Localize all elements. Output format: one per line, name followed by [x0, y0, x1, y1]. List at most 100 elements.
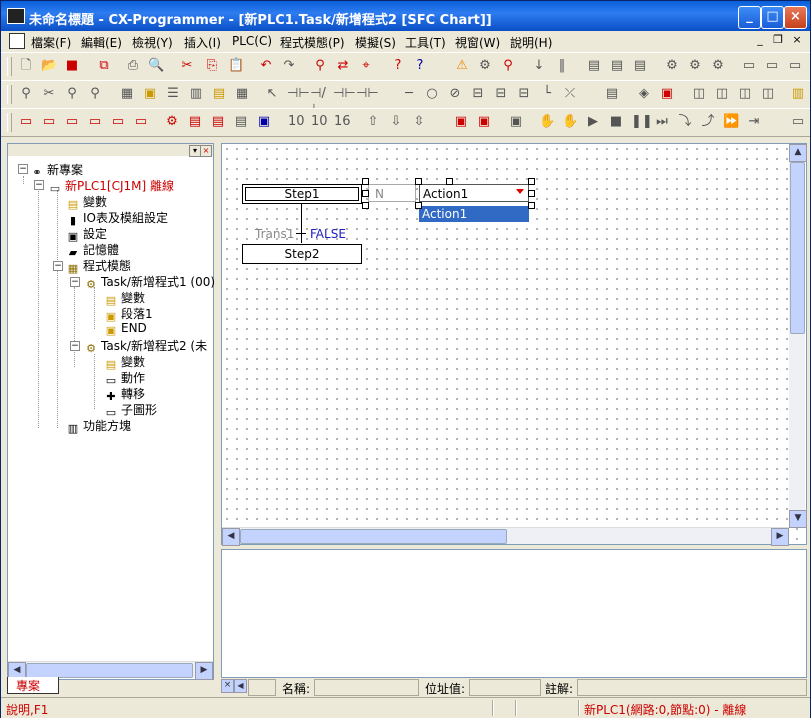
doc-minimize-button[interactable]: _	[753, 34, 767, 47]
replace-icon[interactable]: ⇄	[335, 58, 351, 74]
save-icon[interactable]: ■	[64, 58, 80, 74]
run-icon[interactable]: ▶	[585, 114, 601, 130]
zoom-in-icon[interactable]: ⚲	[64, 86, 80, 102]
tool-o-icon[interactable]: ◈	[636, 86, 652, 102]
doc-restore-button[interactable]: ❐	[771, 34, 785, 47]
paste-icon[interactable]: 📋	[228, 58, 244, 74]
tool-j-icon[interactable]: ⚙	[710, 58, 726, 74]
pause-sim-icon[interactable]: ✋	[539, 114, 555, 130]
sfc-step[interactable]: Step2	[242, 244, 362, 264]
scroll-thumb[interactable]	[790, 162, 805, 334]
tree-function-blocks[interactable]: ▥ 功能方塊	[66, 417, 131, 435]
scan-run-icon[interactable]: ⇥	[746, 114, 762, 130]
expand-plc[interactable]: −	[34, 180, 44, 190]
tool-t-icon[interactable]: ◫	[760, 86, 776, 102]
tree-task2[interactable]: ⚙ Task/新增程式2 (未	[84, 337, 207, 355]
contact-ornc-icon[interactable]: ⊣⊢	[356, 86, 379, 102]
tool-q-icon[interactable]: ◫	[691, 86, 707, 102]
menu-insert[interactable]: 插入(I)	[184, 34, 221, 51]
step-sim-icon[interactable]: ✋	[562, 114, 578, 130]
menu-view[interactable]: 檢視(Y)	[132, 34, 173, 51]
redo-icon[interactable]: ↷	[281, 58, 297, 74]
tool-u-icon[interactable]: ▥	[790, 86, 806, 102]
editor-vscrollbar[interactable]: ▲ ▼	[789, 144, 807, 528]
editor-hscrollbar[interactable]: ◀ ▶	[222, 527, 789, 546]
step-out-icon[interactable]: ⤴	[700, 114, 716, 130]
line-corner-icon[interactable]: └	[539, 86, 555, 102]
tool-e-icon[interactable]: ▤	[586, 58, 602, 74]
scroll-thumb[interactable]	[240, 529, 507, 544]
scroll-thumb[interactable]	[26, 663, 193, 678]
tool-c-icon[interactable]: ↓	[531, 58, 547, 74]
context-help-icon[interactable]: ?	[412, 58, 428, 74]
zoom-fit-icon[interactable]: ✂	[41, 86, 57, 102]
undo-icon[interactable]: ↶	[258, 58, 274, 74]
transition-name[interactable]: Trans1	[255, 227, 294, 241]
info-left-icon[interactable]: ◀	[234, 679, 247, 693]
selection-handle[interactable]	[528, 202, 535, 209]
instruction-icon[interactable]: ⊟	[470, 86, 486, 102]
warning-icon[interactable]: ⚠	[454, 58, 470, 74]
tool-k-icon[interactable]: ▭	[741, 58, 757, 74]
list-icon[interactable]: ☰	[165, 86, 181, 102]
expand-task2[interactable]: −	[70, 341, 80, 351]
address-ref-icon[interactable]: ▭	[87, 114, 103, 130]
scroll-down-icon[interactable]: ▼	[789, 510, 807, 528]
dropdown-arrow-icon[interactable]	[516, 189, 524, 194]
toolbar-grip[interactable]	[7, 113, 12, 132]
print-preview-icon[interactable]: 🔍	[148, 58, 164, 74]
open-file-icon[interactable]: 📂	[41, 58, 57, 74]
tool-v-icon[interactable]: ▭	[790, 114, 806, 130]
tool-n-icon[interactable]: ▤	[604, 86, 620, 102]
cross-ref-icon[interactable]: ⚙	[164, 114, 180, 130]
delete-line-icon[interactable]: ⤫	[562, 86, 578, 102]
tool-b-icon[interactable]: ⚲	[500, 58, 516, 74]
action-name-combo[interactable]: Action1	[419, 184, 529, 202]
instruction-b-icon[interactable]: ⊟	[493, 86, 509, 102]
watch-window-icon[interactable]: ▭	[64, 114, 80, 130]
io-table-icon[interactable]: ▤	[233, 114, 249, 130]
fill-16-icon[interactable]: 16	[334, 114, 351, 130]
menu-plc[interactable]: PLC(C)	[232, 34, 272, 48]
doc-close-button[interactable]: ×	[790, 34, 804, 47]
monitor-mode-icon[interactable]: ▣	[508, 114, 524, 130]
close-info-icon[interactable]: ×	[221, 679, 234, 693]
monitor-icon[interactable]: ▥	[188, 86, 204, 102]
scroll-up-icon[interactable]: ▲	[789, 144, 807, 162]
dropdown-option[interactable]: Action1	[419, 206, 529, 222]
tool-g-icon[interactable]: ▤	[632, 58, 648, 74]
contact-nc-icon[interactable]: ⊣/⊢	[310, 86, 326, 117]
maximize-button[interactable]: □	[761, 6, 784, 29]
grid-icon[interactable]: ▦	[119, 86, 135, 102]
tool-p-icon[interactable]: ▣	[659, 86, 675, 102]
symbol-table-icon[interactable]: ▤	[187, 114, 203, 130]
contact-or-icon[interactable]: ⊣⊢	[333, 86, 356, 102]
symbol-icon[interactable]: ▣	[142, 86, 158, 102]
menu-window[interactable]: 視窗(W)	[455, 34, 500, 51]
toolbar-grip[interactable]	[7, 57, 12, 76]
find-icon[interactable]: ⚲	[312, 58, 328, 74]
cut-icon[interactable]: ✂	[179, 58, 195, 74]
expand-task1[interactable]: −	[70, 277, 80, 287]
zoom-out-icon[interactable]: ⚲	[87, 86, 103, 102]
menu-help[interactable]: 說明(H)	[510, 34, 552, 51]
find-address-icon[interactable]: ⌖	[358, 58, 374, 74]
tool-a-icon[interactable]: ⚙	[477, 58, 493, 74]
tool-i-icon[interactable]: ⚙	[687, 58, 703, 74]
step-into-icon[interactable]: ⏭	[654, 114, 670, 130]
tree-hscrollbar[interactable]: ◀ ▶	[8, 661, 213, 680]
zoom-small-icon[interactable]: ⚲	[18, 86, 34, 102]
select-icon[interactable]: ↖	[264, 86, 280, 102]
scroll-right-icon[interactable]: ▶	[771, 528, 789, 546]
continuous-step-icon[interactable]: ⏩	[723, 114, 739, 130]
fill-10-icon[interactable]: 10	[288, 114, 305, 130]
tool-m-icon[interactable]: ▭	[787, 58, 803, 74]
menu-file[interactable]: 檔案(F)	[31, 34, 71, 51]
coil-nc-icon[interactable]: ⊘	[447, 86, 463, 102]
panel-close-icon[interactable]: ×	[200, 145, 212, 157]
io-comment-icon[interactable]: ▭	[133, 114, 149, 130]
transfer-from-icon[interactable]: ⇩	[388, 114, 404, 130]
menu-program[interactable]: 程式模態(P)	[280, 34, 345, 51]
contact-no-icon[interactable]: ⊣⊢	[287, 86, 310, 102]
selection-handle[interactable]	[362, 190, 369, 197]
